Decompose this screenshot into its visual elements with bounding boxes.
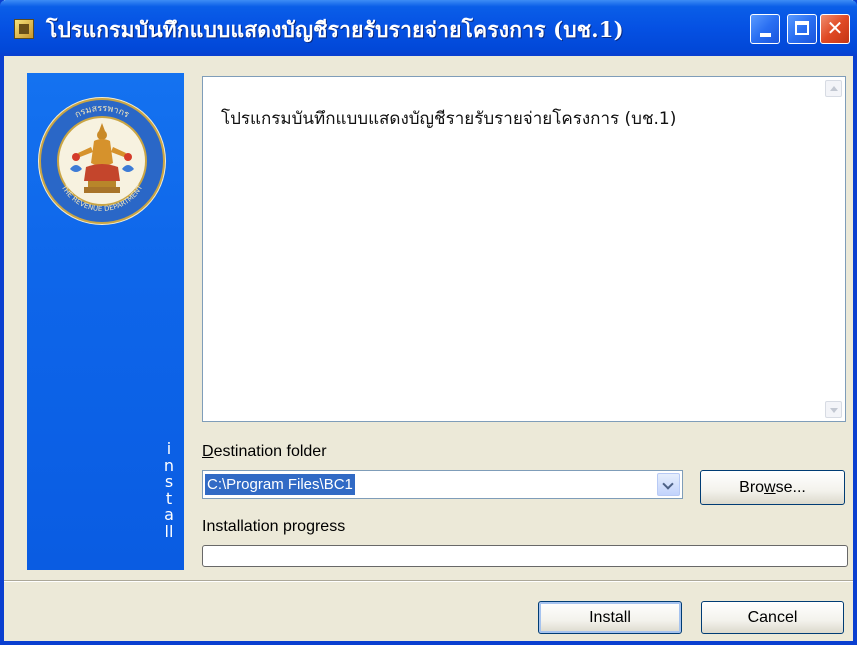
chevron-down-icon [830,408,838,413]
installation-progress-label: Installation progress [202,518,346,535]
install-button[interactable]: Install [538,601,682,634]
destination-folder-value: C:\Program Files\BC1 [205,474,355,495]
close-button[interactable]: ✕ [820,14,850,44]
side-banner: กรมสรรพากร THE REVENUE DEPARTMENT instal… [27,73,184,570]
minimize-button[interactable] [750,14,780,44]
destination-folder-combobox[interactable]: C:\Program Files\BC1 [202,470,683,499]
browse-button[interactable]: Browse... [700,470,845,505]
maximize-button[interactable] [787,14,817,44]
chevron-up-icon [830,86,838,91]
installation-progress-bar [202,545,848,567]
app-icon[interactable] [14,19,34,39]
window-title: โปรแกรมบันทึกแบบแสดงบัญชีรายรับรายจ่ายโค… [46,17,624,42]
description-textarea[interactable]: โปรแกรมบันทึกแบบแสดงบัญชีรายรับรายจ่ายโค… [202,76,846,422]
close-icon: ✕ [826,16,844,40]
chevron-down-icon [662,478,674,490]
installer-window: โปรแกรมบันทึกแบบแสดงบัญชีรายรับรายจ่ายโค… [0,0,857,645]
cancel-button[interactable]: Cancel [701,601,844,634]
scroll-down-button[interactable] [825,401,842,418]
combobox-dropdown-button[interactable] [657,473,680,496]
dialog-body: กรมสรรพากร THE REVENUE DEPARTMENT instal… [4,56,853,641]
maximize-icon [795,21,809,35]
revenue-department-seal: กรมสรรพากร THE REVENUE DEPARTMENT [38,97,166,225]
title-bar[interactable]: โปรแกรมบันทึกแบบแสดงบัญชีรายรับรายจ่ายโค… [0,0,857,56]
minimize-icon [760,33,771,37]
scroll-up-button[interactable] [825,80,842,97]
description-text: โปรแกรมบันทึกแบบแสดงบัญชีรายรับรายจ่ายโค… [221,109,677,129]
install-vertical-label: install [163,439,175,541]
destination-folder-label: Destination folder [202,443,327,460]
footer-divider-highlight [4,581,853,582]
